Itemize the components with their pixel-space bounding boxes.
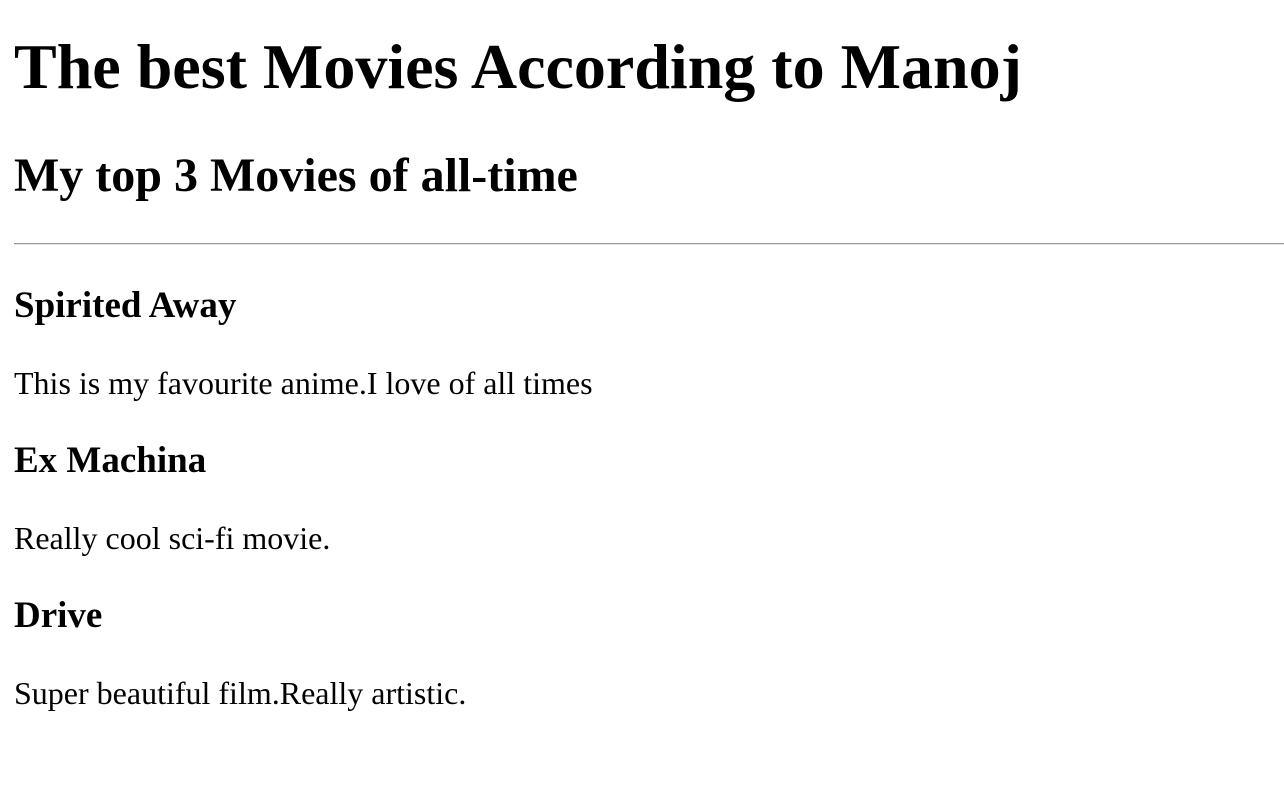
- movie-description-ex-machina: Really cool sci-fi movie.: [14, 520, 331, 556]
- movie-title-spirited-away: Spirited Away: [14, 285, 237, 326]
- horizontal-divider: [14, 243, 1284, 245]
- movie-title-ex-machina: Ex Machina: [14, 440, 207, 481]
- movie-description-drive: Super beautiful film.Really artistic.: [14, 675, 467, 711]
- page-title: The best Movies According to Manoj: [14, 31, 1022, 102]
- movie-title-drive: Drive: [14, 595, 103, 636]
- page-subtitle: My top 3 Movies of all-time: [14, 149, 578, 202]
- movie-description-spirited-away: This is my favourite anime.I love of all…: [14, 365, 593, 401]
